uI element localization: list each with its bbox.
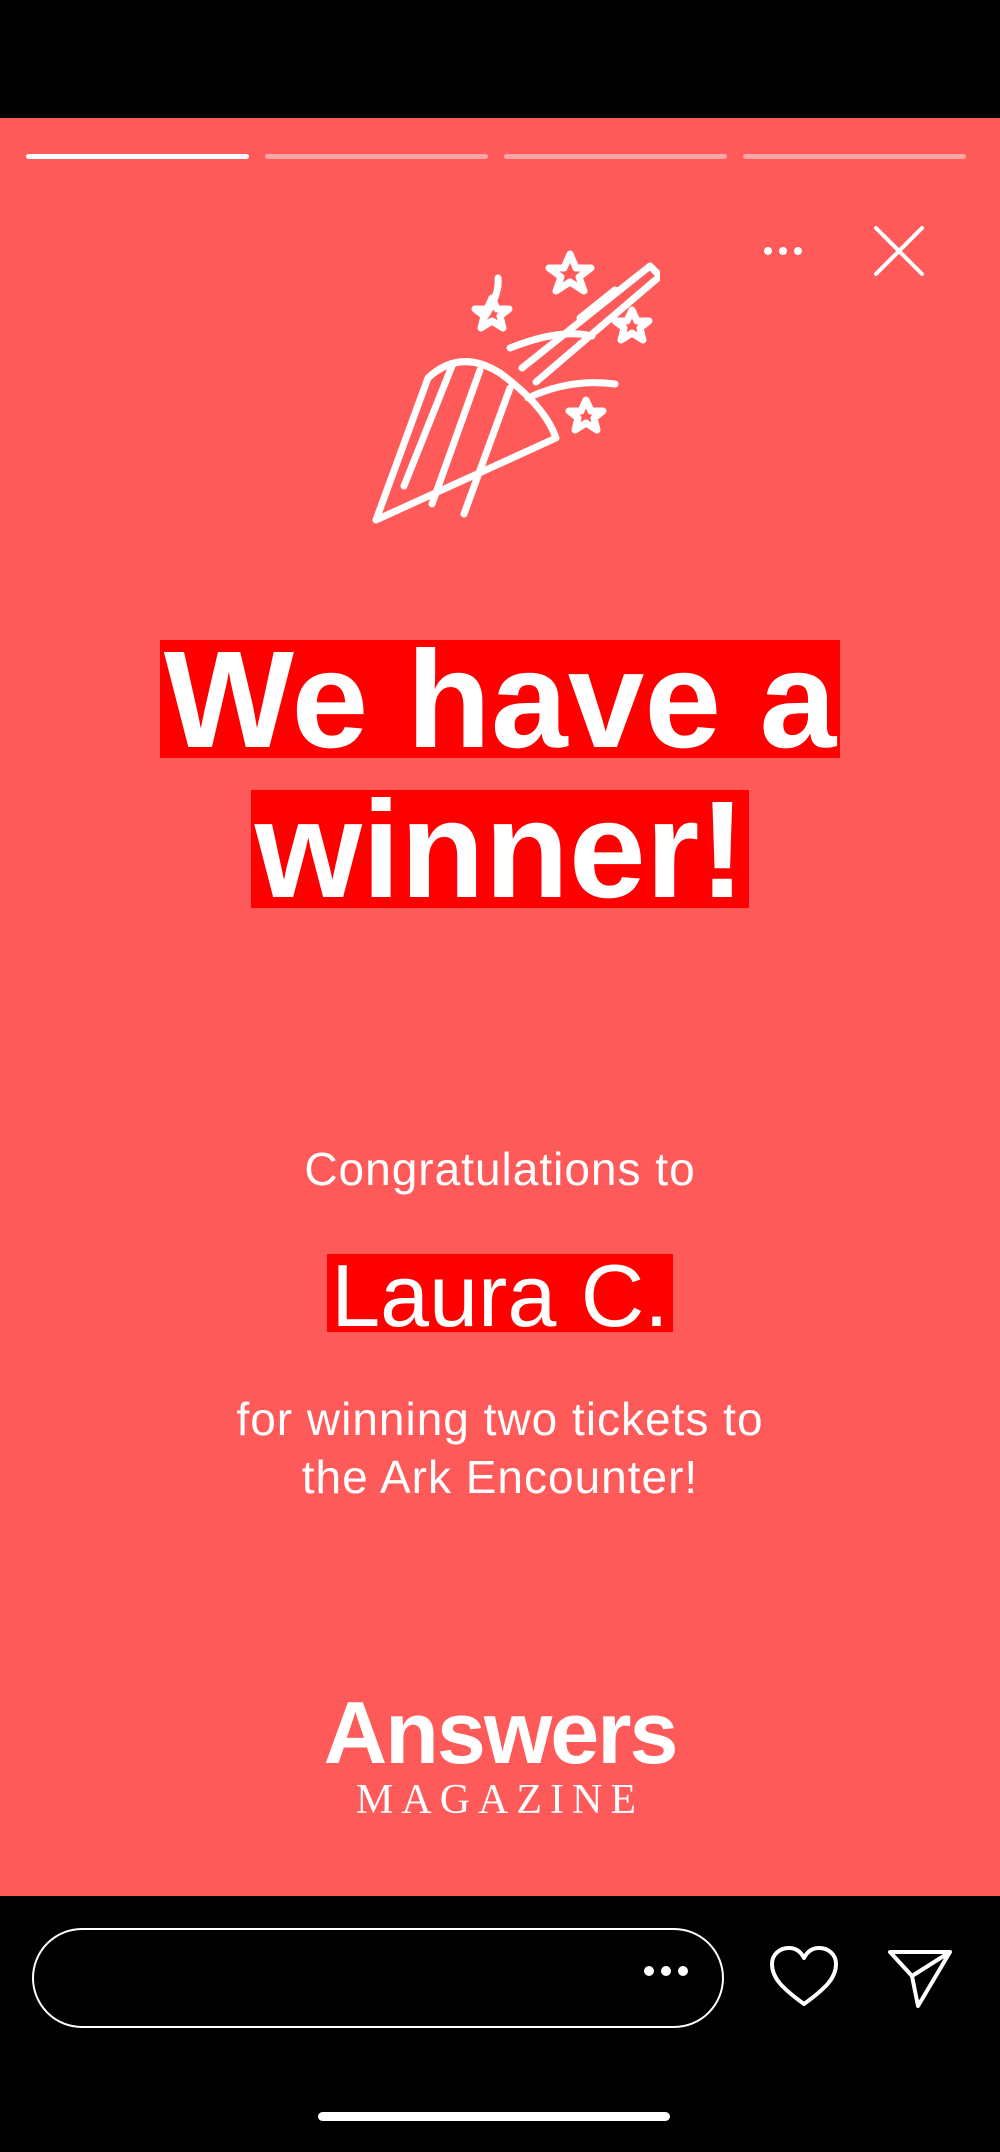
brand-logo: Answers MAGAZINE [0,1683,1000,1823]
reply-input[interactable] [32,1928,724,2028]
progress-segment [265,154,488,159]
headline-line-1: We have a [159,631,841,769]
progress-segment [743,154,966,159]
brand-subtitle: MAGAZINE [356,1777,644,1823]
prize-description-line-2: the Ark Encounter! [301,1451,699,1503]
prize-description-line-1: for winning two tickets to [236,1393,764,1445]
story-progress-bar [26,154,966,159]
headline: We have a winner! [0,631,1000,940]
winner-name: Laura C. [327,1252,673,1340]
brand-name: Answers [323,1683,679,1782]
progress-segment [504,154,727,159]
like-button[interactable] [768,1944,840,2010]
headline-line-2: winner! [250,781,750,919]
close-icon [874,226,924,276]
send-icon [888,1950,952,2008]
prize-description: for winning two tickets to the Ark Encou… [0,1390,1000,1506]
more-options-button[interactable] [752,226,814,276]
home-indicator[interactable] [318,2112,670,2121]
story-card[interactable]: We have a winner! Congratulations to Lau… [0,118,1000,1896]
winner-name-wrap: Laura C. [0,1252,1000,1340]
heart-icon [770,1946,838,2006]
more-dots-icon [764,247,802,255]
close-button[interactable] [864,216,934,286]
share-button[interactable] [884,1944,956,2010]
progress-segment [26,154,249,159]
congrats-text: Congratulations to [304,1143,696,1195]
more-dots-icon[interactable] [644,1966,688,1976]
party-popper-icon [372,250,660,524]
